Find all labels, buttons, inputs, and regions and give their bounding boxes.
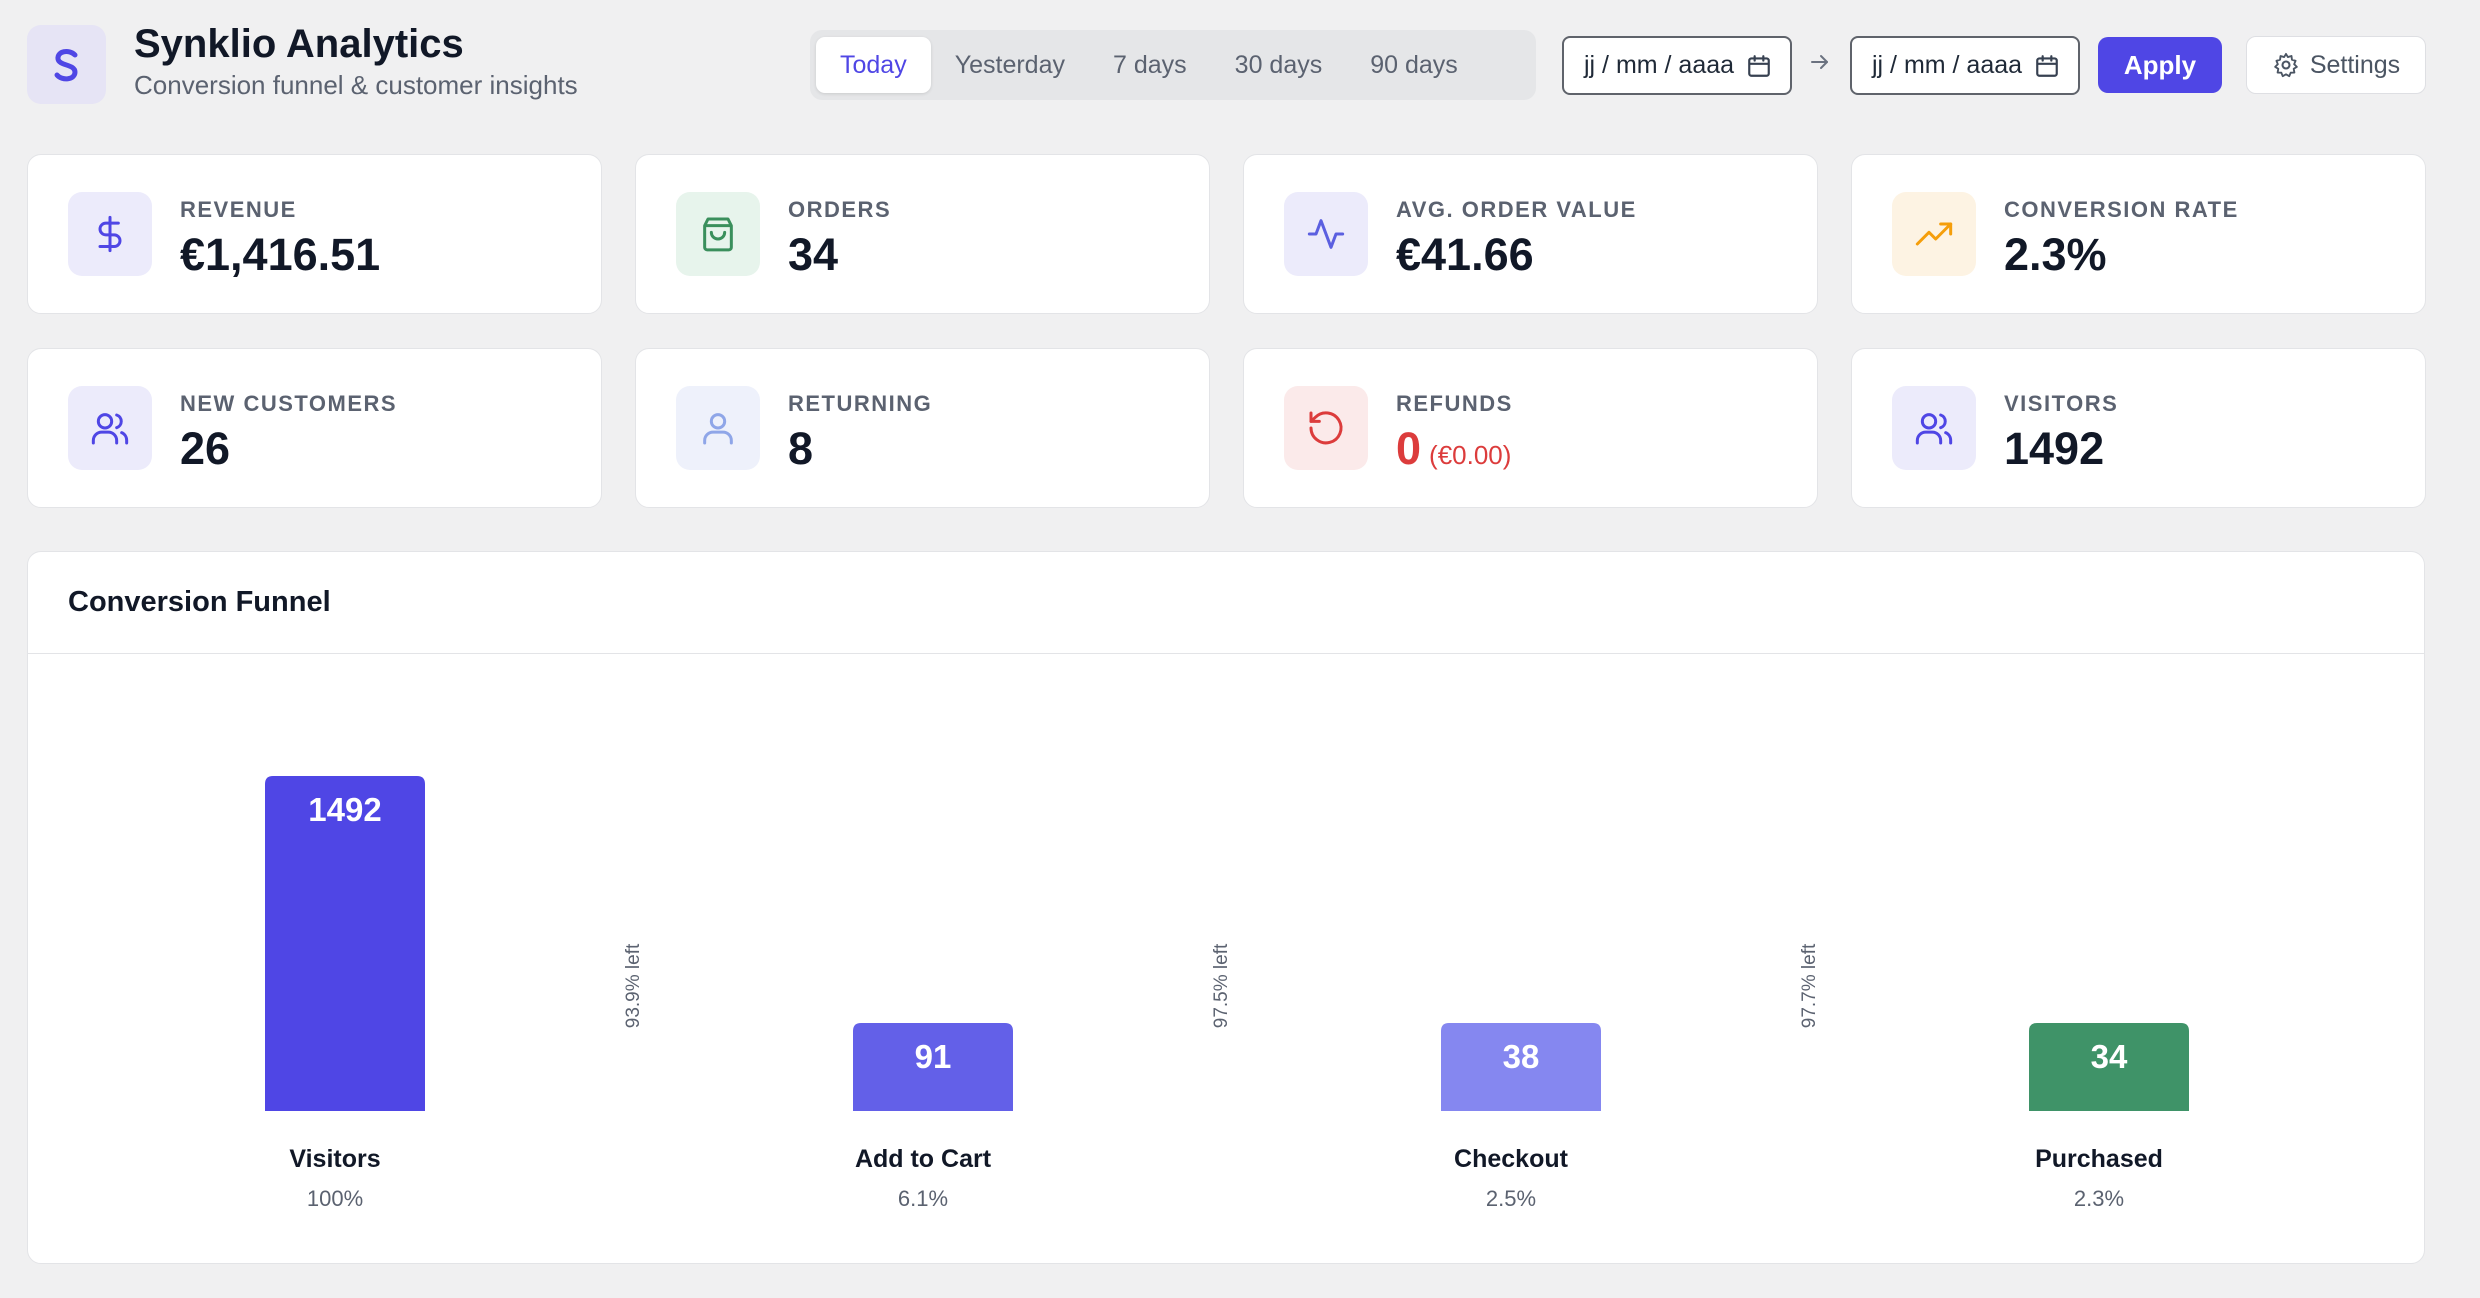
users-icon bbox=[91, 413, 129, 445]
funnel-stage-label: Checkout bbox=[1454, 1145, 1569, 1173]
shopping-bag-icon bbox=[703, 217, 733, 252]
calendar-icon[interactable] bbox=[1746, 53, 1772, 79]
app-logo bbox=[27, 25, 106, 104]
stat-card-returning: RETURNING 8 bbox=[635, 348, 1210, 508]
activity-icon bbox=[1307, 219, 1345, 249]
refunds-icon-tile bbox=[1284, 386, 1368, 470]
returning-icon-tile bbox=[676, 386, 760, 470]
stat-value: 2.3% bbox=[2004, 229, 2107, 280]
range-tab-90-days[interactable]: 90 days bbox=[1346, 37, 1482, 93]
refund-count: 0 bbox=[1396, 423, 1422, 474]
conversion-funnel-panel: Conversion Funnel 1492 Visitors 100% 91 Add … bbox=[27, 551, 2425, 1264]
start-date-placeholder: jj / mm / aaaa bbox=[1584, 51, 1735, 79]
user-icon bbox=[703, 413, 733, 445]
stat-value: €41.66 bbox=[1396, 229, 1534, 280]
funnel-stage-label: Purchased bbox=[2035, 1145, 2163, 1173]
funnel-chart: 1492 Visitors 100% 91 Add to Cart 6.1% 38 Check… bbox=[265, 776, 2189, 1211]
funnel-bar-value: 91 bbox=[915, 1038, 952, 1075]
stat-label: RETURNING bbox=[788, 391, 933, 416]
end-date-placeholder: jj / mm / aaaa bbox=[1872, 51, 2023, 79]
settings-label: Settings bbox=[2309, 50, 2401, 79]
funnel-stage-percent: 6.1% bbox=[898, 1186, 948, 1211]
users-icon bbox=[1915, 413, 1953, 445]
trending-up-icon bbox=[1915, 222, 1953, 246]
funnel-bar-value: 1492 bbox=[308, 791, 381, 828]
funnel-drop-label: 97.7% left bbox=[1799, 943, 1820, 1028]
calendar-icon[interactable] bbox=[2034, 53, 2060, 79]
stat-card-refunds: REFUNDS 0 (€0.00) bbox=[1243, 348, 1818, 508]
stat-label: ORDERS bbox=[788, 197, 892, 222]
gear-icon bbox=[2274, 52, 2298, 78]
funnel-stage-percent: 100% bbox=[307, 1186, 363, 1211]
funnel-stage-percent: 2.5% bbox=[1486, 1186, 1536, 1211]
stat-label: REVENUE bbox=[180, 197, 297, 222]
orders-icon-tile bbox=[676, 192, 760, 276]
start-date-input[interactable]: jj / mm / aaaa bbox=[1562, 36, 1792, 95]
new-customers-icon-tile bbox=[68, 386, 152, 470]
stat-value: €1,416.51 bbox=[180, 229, 381, 280]
stat-label: NEW CUSTOMERS bbox=[180, 391, 398, 416]
stat-value: 0 (€0.00) bbox=[1396, 423, 1511, 475]
apply-button[interactable]: Apply bbox=[2098, 37, 2222, 93]
aov-icon-tile bbox=[1284, 192, 1368, 276]
refund-amount: (€0.00) bbox=[1429, 440, 1512, 470]
date-range-tabs: Today Yesterday 7 days 30 days 90 days bbox=[810, 30, 1536, 100]
funnel-stage-label: Visitors bbox=[289, 1145, 380, 1173]
range-tab-yesterday[interactable]: Yesterday bbox=[931, 37, 1089, 93]
range-tab-30-days[interactable]: 30 days bbox=[1211, 37, 1347, 93]
stat-card-new-customers: NEW CUSTOMERS 26 bbox=[27, 348, 602, 508]
settings-button[interactable]: Settings bbox=[2246, 36, 2426, 94]
end-date-input[interactable]: jj / mm / aaaa bbox=[1850, 36, 2080, 95]
funnel-stage-percent: 2.3% bbox=[2074, 1186, 2124, 1211]
page-header: Synklio Analytics Conversion funnel & cu… bbox=[0, 0, 2480, 140]
funnel-stage-label: Add to Cart bbox=[855, 1145, 992, 1173]
refresh-icon bbox=[1309, 411, 1343, 445]
logo-s-icon bbox=[54, 48, 78, 81]
stat-value: 8 bbox=[788, 423, 814, 474]
arrow-right-icon bbox=[1811, 55, 1828, 69]
funnel-drop-label: 97.5% left bbox=[1211, 943, 1232, 1028]
stat-card-visitors: VISITORS 1492 bbox=[1851, 348, 2426, 508]
conversion-icon-tile bbox=[1892, 192, 1976, 276]
stat-card-conversion-rate: CONVERSION RATE 2.3% bbox=[1851, 154, 2426, 314]
stat-card-avg-order-value: AVG. ORDER VALUE €41.66 bbox=[1243, 154, 1818, 314]
stat-card-revenue: REVENUE €1,416.51 bbox=[27, 154, 602, 314]
visitors-icon-tile bbox=[1892, 386, 1976, 470]
stat-label: CONVERSION RATE bbox=[2004, 197, 2239, 222]
stat-value: 34 bbox=[788, 229, 839, 280]
range-tab-today[interactable]: Today bbox=[816, 37, 931, 93]
funnel-drop-label: 93.9% left bbox=[623, 943, 644, 1028]
dollar-icon bbox=[98, 215, 122, 253]
stat-card-orders: ORDERS 34 bbox=[635, 154, 1210, 314]
stat-label: VISITORS bbox=[2004, 391, 2119, 416]
stat-value: 26 bbox=[180, 423, 231, 474]
stat-label: REFUNDS bbox=[1396, 391, 1513, 416]
funnel-bar-value: 34 bbox=[2091, 1038, 2128, 1075]
app-title: Synklio Analytics bbox=[134, 22, 464, 66]
stat-label: AVG. ORDER VALUE bbox=[1396, 197, 1637, 222]
stat-value: 1492 bbox=[2004, 423, 2105, 474]
range-tab-7-days[interactable]: 7 days bbox=[1089, 37, 1211, 93]
app-subtitle: Conversion funnel & customer insights bbox=[134, 70, 578, 100]
funnel-bar-value: 38 bbox=[1503, 1038, 1540, 1075]
revenue-icon-tile bbox=[68, 192, 152, 276]
